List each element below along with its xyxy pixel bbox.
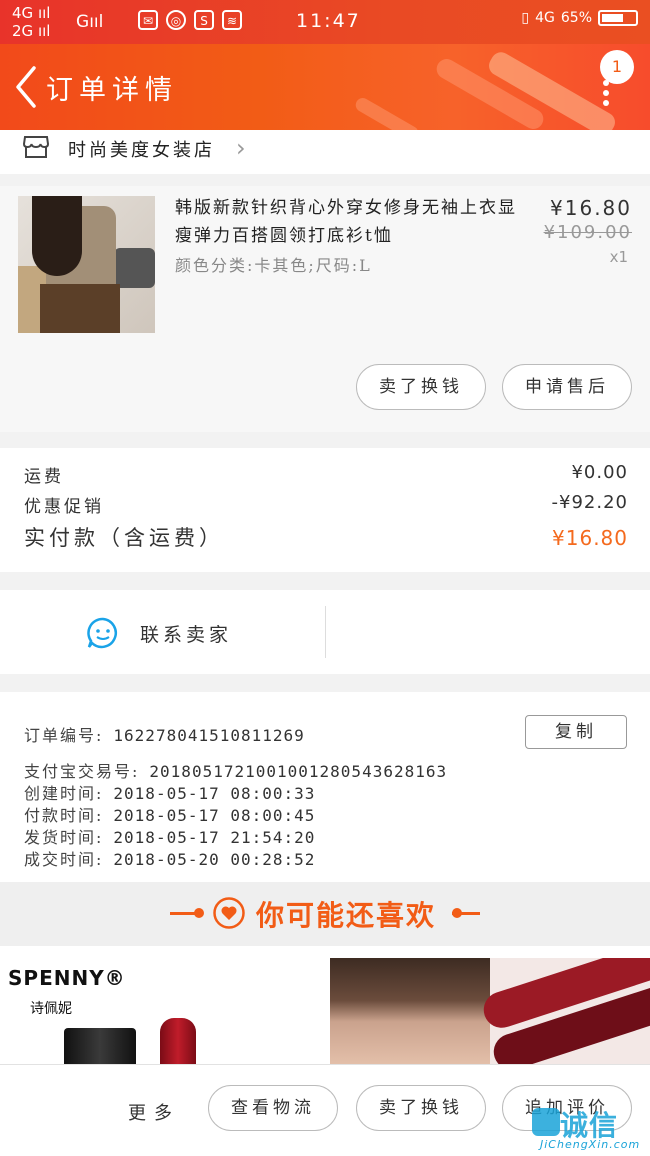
paid-time: 2018-05-17 08:00:45 xyxy=(113,806,316,825)
total-label: 实付款（含运费） xyxy=(24,526,224,550)
shipping-label: 运费 xyxy=(24,467,64,487)
watermark-text: JiChengXin.com xyxy=(540,1138,641,1151)
alipay-row: 支付宝交易号: 2018051721001001280543628163 xyxy=(24,762,448,781)
sell-exchange-button[interactable]: 卖了换钱 xyxy=(356,364,486,410)
divider xyxy=(325,606,326,658)
created-row: 创建时间: 2018-05-17 08:00:33 xyxy=(24,784,316,803)
fee-summary: 运费 ¥0.00 优惠促销 -¥92.20 实付款（含运费） ¥16.80 xyxy=(0,448,650,572)
copy-button[interactable]: 复制 xyxy=(525,715,627,749)
brand-name-cn: 诗佩妮 xyxy=(30,1001,72,1017)
more-menu-icon[interactable] xyxy=(601,76,611,116)
network-indicator: 4G ııl 2G ııl xyxy=(12,4,51,40)
s-app-icon: S xyxy=(194,10,214,30)
product-original-price: ¥109.00 xyxy=(543,222,632,243)
page-title: 订单详情 xyxy=(46,75,178,106)
product-quantity: x1 xyxy=(609,248,628,266)
shipping-value: ¥0.00 xyxy=(571,462,628,483)
contact-seller-label: 联系卖家 xyxy=(140,624,233,646)
product-sku: 颜色分类:卡其色;尺码:L xyxy=(175,256,372,275)
heart-icon xyxy=(213,897,245,929)
decoration xyxy=(353,95,421,130)
clock: 11:47 xyxy=(296,10,361,32)
total-value: ¥16.80 xyxy=(552,526,628,550)
recommend-grid: SPENNY® 诗佩妮 xyxy=(0,946,650,1064)
contact-section: 联系卖家 xyxy=(0,590,650,674)
order-number: 162278041510811269 xyxy=(113,726,305,745)
weibo-icon: ◎ xyxy=(166,10,186,30)
network-right: 4G xyxy=(535,10,555,26)
sell-exchange-button[interactable]: 卖了换钱 xyxy=(356,1085,486,1131)
recommend-header: 你可能还喜欢 xyxy=(0,882,650,946)
status-bar: 4G ııl 2G ııl Gııl ✉ ◎ S ≋ 11:47 ▯ 4G 65… xyxy=(0,0,650,44)
lipstick-image xyxy=(64,1028,136,1064)
created-time: 2018-05-17 08:00:33 xyxy=(113,784,316,803)
chevron-left-icon xyxy=(16,66,36,108)
store-icon xyxy=(22,136,50,158)
watermark-logo-icon xyxy=(532,1108,560,1136)
lipstick-image xyxy=(160,1018,196,1064)
product-card: 韩版新款针织背心外穿女修身无袖上衣显瘦弹力百搭圆领打底衫t恤 颜色分类:卡其色;… xyxy=(0,186,650,432)
discount-label: 优惠促销 xyxy=(24,497,104,517)
battery-percent: 65% xyxy=(560,10,592,26)
order-info: 订单编号: 162278041510811269 复制 支付宝交易号: 201805… xyxy=(0,692,650,882)
model-image xyxy=(330,958,490,1064)
completed-row: 成交时间: 2018-05-20 00:28:52 xyxy=(24,850,316,869)
paid-row: 付款时间: 2018-05-17 08:00:45 xyxy=(24,806,316,825)
shop-name: 时尚美度女装店 xyxy=(68,140,215,161)
product-image[interactable] xyxy=(18,196,155,333)
battery-icon xyxy=(598,10,638,26)
order-number-row: 订单编号: 162278041510811269 xyxy=(24,726,305,745)
wechat-icon: ✉ xyxy=(138,10,158,30)
chat-bubble-icon xyxy=(87,617,117,649)
brand-logo: SPENNY® xyxy=(8,966,126,990)
recommend-item[interactable]: SPENNY® 诗佩妮 xyxy=(0,958,320,1064)
back-button[interactable] xyxy=(8,62,44,112)
divider xyxy=(194,908,204,918)
shipped-row: 发货时间: 2018-05-17 21:54:20 xyxy=(24,828,316,847)
product-price: ¥16.80 xyxy=(550,196,632,220)
alipay-number: 2018051721001001280543628163 xyxy=(149,762,448,781)
completed-time: 2018-05-20 00:28:52 xyxy=(113,850,316,869)
network-g-indicator: Gııl xyxy=(76,12,104,32)
notification-icons: ✉ ◎ S ≋ xyxy=(138,10,242,30)
decoration xyxy=(485,48,619,130)
shipped-time: 2018-05-17 21:54:20 xyxy=(113,828,316,847)
shop-row[interactable]: 时尚美度女装店 › xyxy=(0,130,650,174)
divider xyxy=(452,912,480,915)
status-right: ▯ 4G 65% xyxy=(521,10,638,26)
more-button[interactable]: 更多 xyxy=(128,1099,180,1125)
product-title[interactable]: 韩版新款针织背心外穿女修身无袖上衣显瘦弹力百搭圆领打底衫t恤 xyxy=(175,194,525,250)
view-logistics-button[interactable]: 查看物流 xyxy=(208,1085,338,1131)
vibrate-icon: ▯ xyxy=(521,10,530,26)
after-sale-button[interactable]: 申请售后 xyxy=(502,364,632,410)
nav-bar: 订单详情 xyxy=(0,44,650,130)
recommend-title: 你可能还喜欢 xyxy=(256,899,437,932)
chevron-right-icon: › xyxy=(236,134,246,162)
data-icon: ≋ xyxy=(222,10,242,30)
discount-value: -¥92.20 xyxy=(551,492,628,513)
contact-seller-button[interactable]: 联系卖家 xyxy=(0,590,326,674)
recommend-item[interactable] xyxy=(330,958,650,1064)
